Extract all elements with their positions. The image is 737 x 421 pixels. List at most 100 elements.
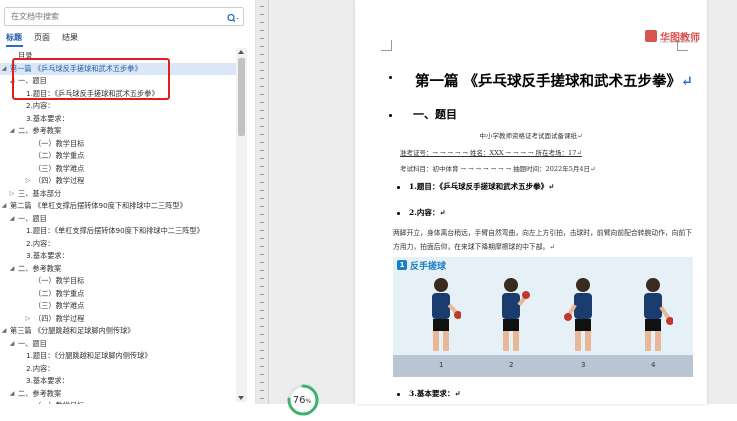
collapse-arrow-icon[interactable]: ◢: [8, 75, 16, 87]
nav-tree-item-label: 第二篇 《单杠支撑后摆转体90度下和排球中二三阵型》: [10, 201, 187, 210]
nav-tree-item[interactable]: ◢ 一、题目: [0, 75, 236, 87]
search-options-button[interactable]: [226, 10, 240, 23]
nav-tree-item[interactable]: 2.内容：: [0, 363, 236, 375]
nav-tree-item[interactable]: （二）教学重点: [0, 150, 236, 162]
nav-tree-item[interactable]: （一）教学目标: [0, 400, 236, 404]
ruler-tick: [260, 46, 264, 47]
ruler-tick: [260, 62, 264, 63]
document-page[interactable]: 华图教师 HUATU EDUCATION 第一篇 《乒乓球反手搓球和武术五步拳》…: [355, 0, 707, 404]
ruler-tick: [260, 366, 264, 367]
player-figure: [633, 275, 674, 355]
nav-tree-item[interactable]: （一）教学目标: [0, 138, 236, 150]
step-number: 4: [651, 361, 656, 369]
ruler-tick: [260, 166, 264, 167]
nav-tree-item-label: 3.基本要求：: [26, 251, 69, 260]
margin-corner-mark: [381, 40, 392, 51]
nav-tree-item[interactable]: ◢ 第三篇 《分腿跳越和足球脚内侧传球》: [0, 325, 236, 337]
doc-subtitle: 中小学教师资格证考试面试备课纸↵: [479, 132, 583, 140]
nav-tree-item[interactable]: （三）教学难点: [0, 163, 236, 175]
vertical-ruler: [256, 0, 269, 404]
collapse-arrow-icon[interactable]: ◢: [8, 125, 16, 137]
scroll-up-arrow-icon[interactable]: [238, 50, 244, 54]
nav-tree-item-label: 3.基本要求：: [26, 376, 69, 385]
nav-tree-item[interactable]: 1.题目：《乒乓球反手搓球和武术五步拳》: [0, 88, 236, 100]
nav-tree-item[interactable]: ◢ 第二篇 《单杠支撑后摆转体90度下和排球中二三阵型》: [0, 200, 236, 212]
nav-tree-item-label: 一、题目: [18, 76, 47, 85]
tab-pages[interactable]: 页面: [34, 32, 50, 43]
ruler-tick: [260, 374, 264, 375]
nav-tree-item-label: 1.题目：《分腿跳越和足球脚内侧传球》: [26, 351, 152, 360]
nav-tree-item[interactable]: ◢ 第一篇 《乒乓球反手搓球和武术五步拳》: [0, 62, 236, 75]
ruler-tick: [260, 78, 264, 79]
ruler-tick: [260, 286, 264, 287]
collapse-arrow-icon[interactable]: ◢: [0, 200, 8, 212]
step-number: 3: [581, 361, 586, 369]
nav-tree-item-label: 二、参考教案: [18, 126, 62, 135]
nav-tree-item[interactable]: ◢ 一、题目: [0, 338, 236, 350]
ruler-tick: [260, 238, 264, 239]
ruler-tick: [260, 230, 264, 231]
nav-tree-item[interactable]: 3.基本要求：: [0, 250, 236, 262]
doc-content-heading: 2.内容：↵: [409, 208, 446, 217]
nav-tree-item[interactable]: ▷ （四）教学过程: [0, 175, 236, 187]
nav-tree-item[interactable]: ▷ （四）教学过程: [0, 313, 236, 325]
nav-tree-item-label: 3.基本要求：: [26, 113, 69, 123]
nav-tree-item[interactable]: ◢ 二、参考教案: [0, 263, 236, 275]
nav-tree-item-label: 第一篇 《乒乓球反手搓球和武术五步拳》: [10, 63, 142, 73]
nav-tree-item[interactable]: 3.基本要求：: [0, 375, 236, 387]
nav-tree-item[interactable]: 1.题目：《分腿跳越和足球脚内侧传球》: [0, 350, 236, 362]
search-icon: [227, 13, 239, 22]
nav-tree-item[interactable]: ◢ 二、参考教案: [0, 125, 236, 137]
nav-tree-item-label: 2.内容：: [26, 238, 55, 248]
collapse-arrow-icon[interactable]: ◢: [8, 338, 16, 350]
progress-indicator: 76%: [286, 383, 320, 417]
nav-tree-item[interactable]: （一）教学目标: [0, 275, 236, 287]
nav-tree-item[interactable]: ◢ 二、参考教案: [0, 388, 236, 400]
collapse-arrow-icon[interactable]: ◢: [8, 388, 16, 400]
nav-tree-item-label: （一）教学目标: [34, 276, 85, 285]
nav-tree-item-label: 2.内容：: [26, 363, 55, 373]
nav-tree-item[interactable]: 2.内容：: [0, 100, 236, 112]
heading-tree: 目录 ◢ 第一篇 《乒乓球反手搓球和武术五步拳》 ◢ 一、题目 1.题目：《乒乓球反手搓球…: [0, 48, 236, 404]
ruler-tick: [260, 262, 264, 263]
ruler-tick: [260, 70, 264, 71]
ruler-tick: [260, 326, 264, 327]
ruler-tick: [260, 222, 264, 223]
logo-subtext: HUATU EDUCATION: [660, 40, 699, 44]
scroll-thumb[interactable]: [238, 58, 245, 136]
nav-tree-item[interactable]: （三）教学难点: [0, 300, 236, 312]
doc-form-line: 准考证号：→ → → → → 姓名：XXX → → → → 所在考场：17↵: [400, 149, 582, 157]
nav-tree-item-label: （二）教学重点: [34, 151, 85, 160]
nav-tree-item-label: 1.题目：《乒乓球反手搓球和武术五步拳》: [26, 88, 159, 98]
collapse-arrow-icon[interactable]: ◢: [0, 325, 8, 337]
collapse-arrow-icon[interactable]: ◢: [8, 263, 16, 275]
collapse-arrow-icon[interactable]: ◢: [8, 213, 16, 225]
figure-caption: 反手搓球: [410, 262, 447, 272]
nav-tree-item[interactable]: （二）教学重点: [0, 288, 236, 300]
ruler-tick: [260, 190, 264, 191]
nav-tree-item[interactable]: ◢ 一、题目: [0, 213, 236, 225]
search-field[interactable]: 在文档中搜索: [4, 7, 244, 26]
nav-tree-item[interactable]: 1.题目：《单杠支撑后摆转体90度下和排球中二三阵型》: [0, 225, 236, 237]
nav-tree-item-label: （四）教学过程: [34, 176, 85, 185]
ruler-tick: [260, 86, 264, 87]
collapse-arrow-icon[interactable]: ◢: [0, 63, 8, 75]
nav-tabs: 标题 页面 结果: [0, 32, 255, 47]
ruler-tick: [260, 94, 264, 95]
search-placeholder: 在文档中搜索: [11, 12, 59, 21]
nav-tree-item[interactable]: 3.基本要求：: [0, 113, 236, 125]
expand-arrow-icon[interactable]: ▷: [24, 313, 32, 325]
expand-arrow-icon[interactable]: ▷: [8, 188, 16, 200]
nav-tree-item[interactable]: 2.内容：: [0, 238, 236, 250]
expand-arrow-icon[interactable]: ▷: [24, 175, 32, 187]
nav-tree-item[interactable]: ▷ 三、基本部分: [0, 188, 236, 200]
ruler-tick: [260, 182, 264, 183]
scroll-down-arrow-icon[interactable]: [238, 396, 244, 400]
tab-headings[interactable]: 标题: [6, 32, 22, 43]
tab-results[interactable]: 结果: [62, 32, 78, 43]
figure-floor: [393, 355, 693, 377]
ruler-tick: [260, 102, 264, 103]
nav-tree-item[interactable]: 目录: [0, 50, 236, 62]
nav-scrollbar[interactable]: [236, 48, 247, 402]
nav-tree-item-label: （二）教学重点: [34, 288, 85, 298]
